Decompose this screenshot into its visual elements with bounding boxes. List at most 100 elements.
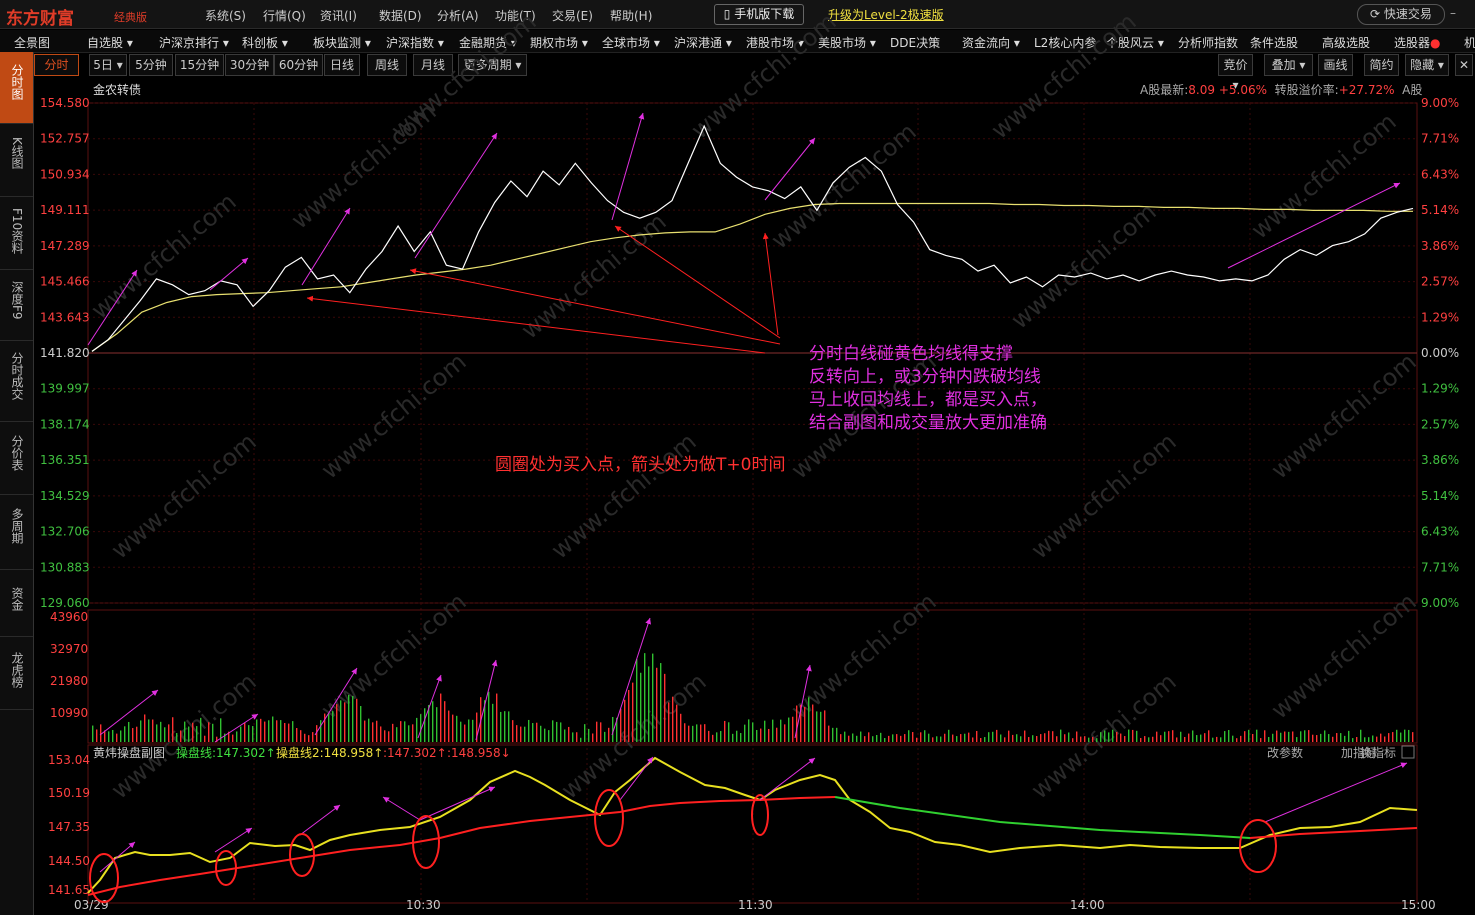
volume-bar xyxy=(1100,732,1102,742)
volume-bar xyxy=(552,720,554,742)
volume-bar xyxy=(592,733,594,742)
volume-bar xyxy=(1292,731,1294,742)
volume-bar xyxy=(808,697,810,742)
volume-bar xyxy=(1056,736,1058,742)
volume-bar xyxy=(1364,737,1366,742)
price-tick-label: 145.466 xyxy=(40,275,90,289)
volume-bar xyxy=(1228,730,1230,742)
volume-bar xyxy=(424,708,426,742)
volume-bar xyxy=(1316,735,1318,742)
volume-bar xyxy=(884,738,886,742)
volume-bar xyxy=(752,722,754,742)
volume-bar xyxy=(904,734,906,742)
volume-bar xyxy=(704,724,706,742)
volume-bar xyxy=(1272,733,1274,742)
volume-bar xyxy=(1376,736,1378,742)
volume-bar xyxy=(1028,737,1030,742)
volume-bar xyxy=(564,729,566,742)
volume-tick-label: 43960 xyxy=(50,610,88,624)
volume-bar xyxy=(100,724,102,742)
volume-bar xyxy=(1196,735,1198,742)
price-tick-label: 138.174 xyxy=(40,417,90,431)
volume-bar xyxy=(372,722,374,742)
volume-bar xyxy=(776,727,778,742)
volume-bar xyxy=(416,717,418,742)
volume-bar xyxy=(1280,732,1282,742)
volume-bar xyxy=(840,734,842,742)
indicator-line2: 操盘线2:148.958↑ xyxy=(276,745,383,760)
percent-tick-label: 0.00% xyxy=(1421,346,1459,360)
volume-bar xyxy=(708,730,710,742)
volume-bar xyxy=(308,735,310,742)
volume-bar xyxy=(320,720,322,742)
volume-bar xyxy=(576,732,578,742)
price-tick-label: 129.060 xyxy=(40,596,90,610)
purple-arrow xyxy=(414,132,498,259)
volume-bar xyxy=(896,734,898,742)
price-tick-label: 154.580 xyxy=(40,96,90,110)
price-tick-label: 147.289 xyxy=(40,239,90,253)
volume-bar xyxy=(608,727,610,742)
volume-bar xyxy=(1144,736,1146,742)
volume-bar xyxy=(380,726,382,742)
buy-point-circle xyxy=(594,789,624,847)
volume-bar xyxy=(852,733,854,742)
volume-bar xyxy=(712,734,714,742)
volume-bar xyxy=(1068,732,1070,742)
volume-bar xyxy=(1104,730,1106,742)
volume-bar xyxy=(1084,736,1086,742)
volume-bar xyxy=(600,722,602,742)
time-tick-label: 10:30 xyxy=(406,898,441,912)
volume-bar xyxy=(880,732,882,742)
volume-bar xyxy=(232,734,234,742)
volume-bar xyxy=(676,704,678,742)
volume-bar xyxy=(964,733,966,742)
volume-bar xyxy=(824,710,826,742)
purple-annotation: 分时白线碰黄色均线得支撑 反转向上，或3分钟内跌破均线 马上收回均线上，都是买入… xyxy=(809,343,1047,435)
purple-arrow xyxy=(619,756,654,801)
volume-bar xyxy=(816,711,818,742)
percent-tick-label: 6.43% xyxy=(1421,525,1459,539)
volume-bar xyxy=(1408,729,1410,742)
volume-bar xyxy=(244,722,246,742)
time-tick-label: 03/29 xyxy=(74,898,109,912)
volume-bar xyxy=(792,716,794,742)
price-tick-label: 152.757 xyxy=(40,132,90,146)
volume-bar xyxy=(360,706,362,742)
volume-bar xyxy=(1360,729,1362,742)
volume-bar xyxy=(192,722,194,742)
volume-bar xyxy=(212,723,214,742)
red-arrow xyxy=(762,232,779,336)
volume-bar xyxy=(472,719,474,742)
volume-bar xyxy=(1368,737,1370,742)
volume-bar xyxy=(1352,738,1354,742)
volume-bar xyxy=(376,720,378,742)
indicator-tick-label: 144.50 xyxy=(48,854,90,868)
purple-annotation-line: 马上收回均线上，都是买入点， xyxy=(809,390,1047,410)
percent-tick-label: 5.14% xyxy=(1421,489,1459,503)
watermark-text: www.cfchi.com xyxy=(766,117,922,254)
volume-bar xyxy=(204,735,206,742)
volume-bar xyxy=(160,721,162,742)
indicator-button[interactable]: 换指标 xyxy=(1360,745,1396,760)
volume-bar xyxy=(1400,732,1402,742)
volume-bar xyxy=(1204,733,1206,742)
volume-bar xyxy=(784,724,786,742)
volume-bar xyxy=(260,718,262,742)
volume-bar xyxy=(604,731,606,742)
volume-bar xyxy=(404,721,406,742)
volume-bar xyxy=(492,703,494,742)
price-tick-label: 141.820 xyxy=(40,346,90,360)
watermark-text: www.cfchi.com xyxy=(686,7,842,144)
volume-bar xyxy=(936,736,938,742)
volume-bar xyxy=(284,722,286,742)
volume-bar xyxy=(1060,729,1062,742)
indicator-button[interactable]: 改参数 xyxy=(1267,745,1303,760)
volume-bar xyxy=(1344,735,1346,742)
volume-bar xyxy=(1248,729,1250,742)
indicator-tick-label: 147.35 xyxy=(48,820,90,834)
volume-bar xyxy=(208,722,210,742)
volume-bar xyxy=(1312,734,1314,742)
volume-bar xyxy=(1168,731,1170,742)
volume-bar xyxy=(508,711,510,742)
